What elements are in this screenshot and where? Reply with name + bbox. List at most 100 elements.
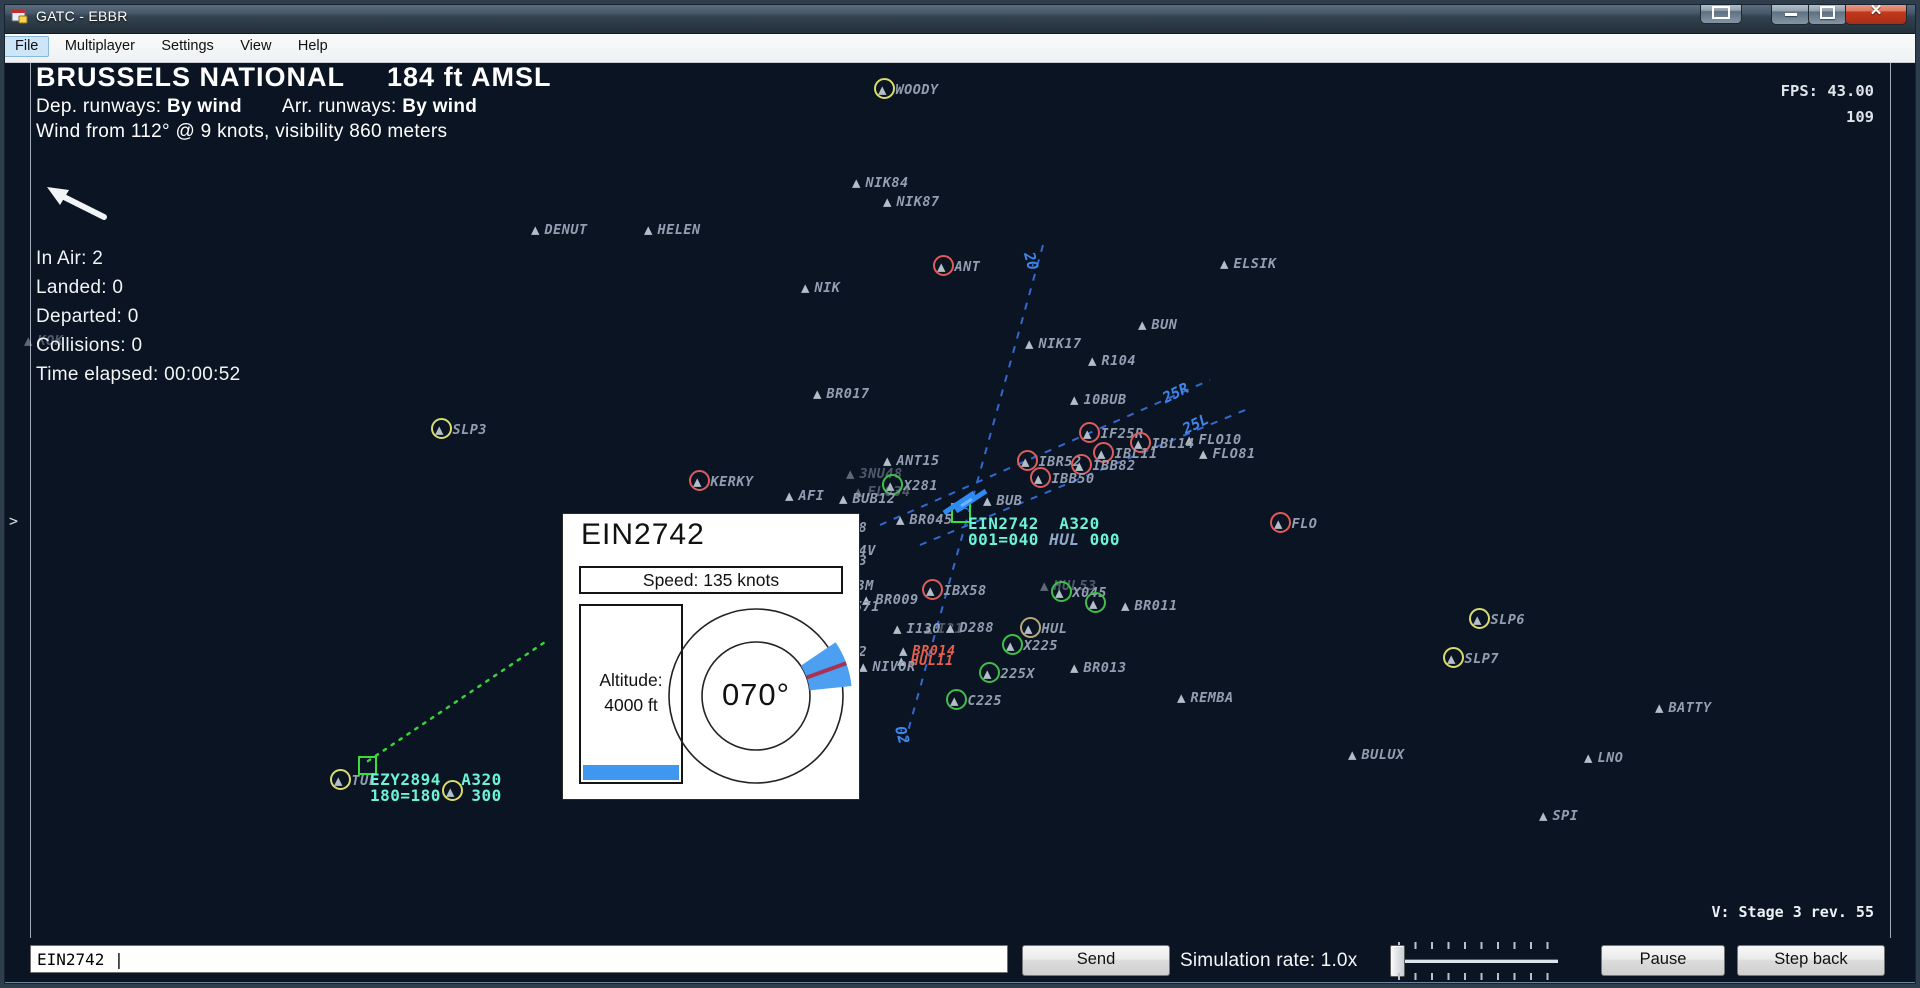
radar-header: BRUSSELS NATIONAL184 ft AMSL Dep. runway…: [36, 62, 552, 143]
waypoint-c225: ▲C225: [950, 692, 1002, 710]
right-panel-divider: [1890, 62, 1891, 938]
fps-value: FPS: 43.00: [1781, 78, 1874, 104]
waypoint-nik87: ▲NIK87: [883, 193, 940, 211]
waypoint-bun: ▲BUN: [1138, 316, 1177, 334]
waypoint-bub: ▲BUB: [983, 492, 1022, 510]
waypoint-triangle-icon: ▲: [644, 223, 652, 236]
app-icon: [11, 8, 28, 24]
waypoint-helen: ▲HELEN: [644, 221, 701, 239]
waypoint-triangle-icon: ▲: [1655, 701, 1663, 714]
simulation-rate-label: Simulation rate: 1.0x: [1180, 950, 1357, 972]
aircraft-info-popup: EIN2742 Speed: 135 knots Altitude: 4000 …: [562, 513, 860, 800]
step-back-button[interactable]: Step back: [1737, 945, 1885, 976]
red-ring: [922, 579, 943, 600]
waypoint-kerky: ▲KERKY: [693, 473, 754, 491]
waypoint-flo: ▲FLO: [1274, 515, 1317, 533]
yellow-ring: [431, 418, 452, 439]
green-ring: [946, 689, 967, 710]
stat-landed: Landed: 0: [36, 273, 240, 302]
waypoint-triangle-icon: ▲: [1220, 257, 1228, 270]
menu-help[interactable]: Help: [287, 36, 339, 57]
waypoint-bulux: ▲BULUX: [1348, 746, 1405, 764]
window-switch-button[interactable]: [1700, 0, 1742, 24]
menu-view[interactable]: View: [229, 36, 282, 57]
menu-file[interactable]: File: [4, 36, 49, 57]
minimize-button[interactable]: [1771, 0, 1810, 25]
left-panel-divider: [30, 62, 31, 938]
red-ring: [1270, 512, 1291, 533]
green-ring: [979, 662, 1000, 683]
send-button[interactable]: Send: [1022, 945, 1170, 976]
red-ring: [689, 470, 710, 491]
popup-heading-value: 070°: [696, 677, 816, 713]
waypoint-triangle-icon: ▲: [1348, 748, 1356, 761]
yellow-ring: [1469, 608, 1490, 629]
menu-settings[interactable]: Settings: [150, 36, 224, 57]
runway-label-20: 20: [1020, 250, 1042, 272]
slider-ticks-top: [1398, 942, 1556, 949]
waypoint-10bub: ▲10BUB: [1070, 391, 1127, 409]
version-text: V: Stage 3 rev. 55: [1711, 903, 1874, 921]
red-ring: [933, 255, 954, 276]
waypoint-hul: ▲HUL: [1024, 620, 1067, 638]
waypoint-triangle-icon: ▲: [1584, 751, 1592, 764]
stat-departed: Departed: 0: [36, 302, 240, 331]
waypoint-d288: ▲D288: [946, 619, 994, 637]
simulation-rate-slider[interactable]: [1386, 938, 1566, 984]
waypoint-triangle-icon: ▲: [896, 513, 904, 526]
title-bar[interactable]: GATC - EBBR: [0, 0, 1920, 34]
aircraft-datablock-ezy2894[interactable]: EZY2894 A320180=180 300: [370, 772, 502, 803]
stat-in-air: In Air: 2: [36, 244, 240, 273]
waypoint-denut: ▲DENUT: [531, 221, 588, 239]
waypoint-triangle-icon: ▲: [785, 489, 793, 502]
waypoint-triangle-icon: ▲: [1040, 579, 1048, 592]
waypoint-batty: ▲BATTY: [1655, 699, 1712, 717]
waypoint-unnamed: ▲: [1089, 595, 1097, 613]
waypoint-bub12: ▲BUB12: [839, 490, 896, 508]
command-input[interactable]: [30, 945, 1008, 973]
session-stats: In Air: 2 Landed: 0 Departed: 0 Collisio…: [36, 244, 240, 389]
waypoint-flo81: ▲FLO81: [1199, 445, 1256, 463]
yellow-ring: [1443, 647, 1464, 668]
waypoint-slp6: ▲SLP6: [1473, 611, 1525, 629]
maximize-button[interactable]: [1808, 0, 1847, 25]
runway-label-02: 02: [891, 724, 913, 746]
slider-track[interactable]: [1396, 959, 1558, 963]
waypoint-ibx58: ▲IBX58: [926, 582, 987, 600]
bottom-bar: Send Simulation rate: 1.0x Pause Step ba…: [0, 938, 1920, 984]
close-button[interactable]: ✕: [1845, 0, 1907, 25]
waypoint-slp3: ▲SLP3: [435, 421, 487, 439]
red-ring: [1079, 422, 1100, 443]
waypoint-triangle-icon: ▲: [839, 492, 847, 505]
airport-elevation: 184 ft AMSL: [387, 62, 552, 92]
menu-multiplayer[interactable]: Multiplayer: [54, 36, 146, 57]
waypoint-remba: ▲REMBA: [1177, 689, 1234, 707]
runway-label-25r: 25R: [1159, 379, 1191, 407]
aircraft-datablock-ein2742[interactable]: EIN2742 A320001=040 HUL 000: [968, 516, 1120, 547]
waypoint-triangle-icon: ▲: [531, 223, 539, 236]
pause-button[interactable]: Pause: [1601, 945, 1725, 976]
waypoint-triangle-icon: ▲: [859, 660, 867, 673]
waypoint-triangle-icon: ▲: [1070, 661, 1078, 674]
waypoint-225x: ▲225X: [983, 665, 1035, 683]
waypoint-triangle-icon: ▲: [1177, 691, 1185, 704]
waypoint-spi: ▲SPI: [1539, 807, 1578, 825]
waypoint-triangle-icon: ▲: [883, 195, 891, 208]
waypoint-nik17: ▲NIK17: [1025, 335, 1082, 353]
red-ring: [1030, 467, 1051, 488]
waypoint-slp7: ▲SLP7: [1447, 650, 1499, 668]
menu-bar: File Multiplayer Settings View Help: [4, 33, 1916, 63]
waypoint-triangle-icon: ▲: [1088, 354, 1096, 367]
aircraft-count: 109: [1781, 104, 1874, 130]
waypoint-ant: ▲ANT: [937, 258, 980, 276]
waypoint-triangle-icon: ▲: [893, 622, 901, 635]
waypoint-triangle-icon: ▲: [1199, 447, 1207, 460]
radar-map: ▲WOODY▲NIK84▲NIK87▲DENUT▲HELEN▲ELSIK▲ANT…: [0, 0, 1920, 988]
waypoint-triangle-icon: ▲: [24, 334, 32, 347]
fps-readout: FPS: 43.00 109: [1781, 78, 1874, 130]
waypoint-x225: ▲X225: [1006, 637, 1058, 655]
waypoint-triangle-icon: ▲: [801, 281, 809, 294]
waypoint-triangle-icon: ▲: [983, 494, 991, 507]
waypoint-triangle-icon: ▲: [1025, 337, 1033, 350]
panel-expander[interactable]: >: [9, 512, 18, 530]
